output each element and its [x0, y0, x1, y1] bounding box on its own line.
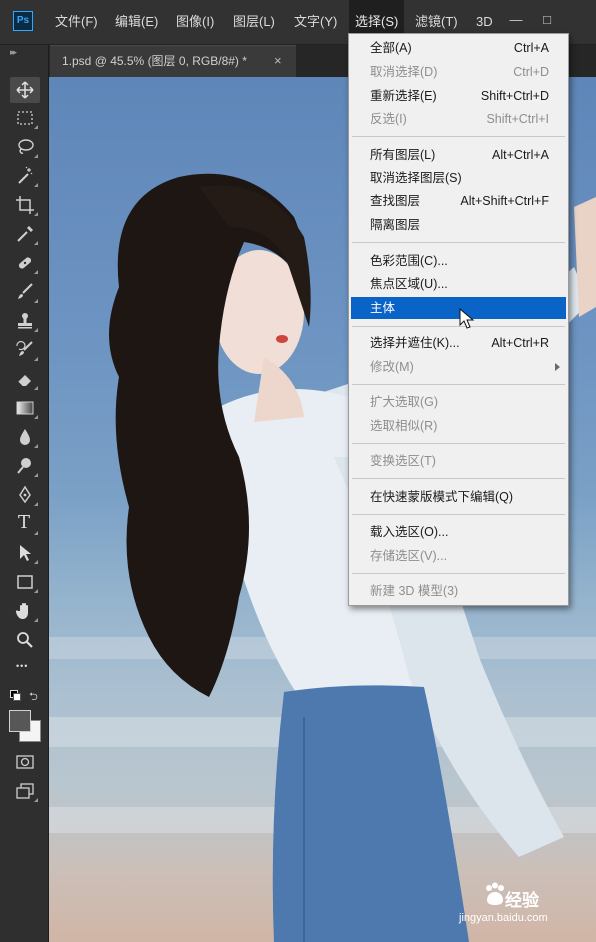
lasso-tool-icon[interactable] — [10, 134, 40, 160]
history-brush-tool-icon[interactable] — [10, 337, 40, 363]
type-tool-icon[interactable]: T — [10, 511, 40, 537]
minimize-button[interactable]: — — [506, 10, 526, 30]
menu-item-color-range[interactable]: 色彩范围(C)... — [351, 250, 566, 272]
baidu-jingyan-watermark: 经验 jingyan.baidu.com — [455, 880, 590, 936]
menu-file[interactable]: 文件(F) — [55, 0, 98, 44]
submenu-arrow-icon — [555, 363, 560, 371]
menu-item-select-and-mask[interactable]: 选择并遮住(K)... Alt+Ctrl+R — [351, 332, 566, 354]
quick-mask-icon[interactable] — [10, 749, 40, 775]
photoshop-logo: Ps — [13, 11, 33, 31]
menu-item-new-3d-model[interactable]: 新建 3D 模型(3) — [351, 580, 566, 602]
menu-item-deselect[interactable]: 取消选择(D) Ctrl+D — [351, 61, 566, 83]
menu-type[interactable]: 文字(Y) — [294, 0, 337, 44]
menu-layer[interactable]: 图层(L) — [233, 0, 275, 44]
move-tool-icon[interactable] — [10, 77, 40, 103]
more-tools-icon[interactable]: ••• — [10, 656, 40, 682]
menu-separator — [352, 136, 565, 137]
maximize-button[interactable]: □ — [537, 10, 557, 30]
menu-item-save-selection[interactable]: 存储选区(V)... — [351, 545, 566, 567]
rectangle-tool-icon[interactable] — [10, 569, 40, 595]
marquee-tool-icon[interactable] — [10, 105, 40, 131]
blur-tool-icon[interactable] — [10, 424, 40, 450]
default-colors-icon[interactable] — [10, 690, 21, 701]
menu-item-modify[interactable]: 修改(M) — [351, 356, 566, 378]
collapse-panel-icon[interactable]: ▸▸ — [10, 47, 17, 58]
menu-item-select-all[interactable]: 全部(A) Ctrl+A — [351, 37, 566, 59]
eraser-tool-icon[interactable] — [10, 366, 40, 392]
crop-tool-icon[interactable] — [10, 192, 40, 218]
watermark-url: jingyan.baidu.com — [459, 912, 548, 924]
clone-stamp-tool-icon[interactable] — [10, 308, 40, 334]
gradient-tool-icon[interactable] — [10, 395, 40, 421]
tools-panel: ▸▸ T ••• ⮌ — [0, 45, 49, 942]
menu-item-quick-mask-edit[interactable]: 在快速蒙版模式下编辑(Q) — [351, 486, 566, 508]
eyedropper-tool-icon[interactable] — [10, 221, 40, 247]
menu-item-transform-selection[interactable]: 变换选区(T) — [351, 450, 566, 472]
mouse-cursor-icon — [459, 308, 475, 329]
dodge-tool-icon[interactable] — [10, 453, 40, 479]
document-tab-title: 1.psd @ 45.5% (图层 0, RGB/8#) * — [62, 54, 247, 68]
menu-separator — [352, 478, 565, 479]
menu-separator — [352, 573, 565, 574]
menu-item-find-layers[interactable]: 查找图层 Alt+Shift+Ctrl+F — [351, 190, 566, 212]
menu-item-focus-area[interactable]: 焦点区域(U)... — [351, 273, 566, 295]
menu-item-grow[interactable]: 扩大选取(G) — [351, 391, 566, 413]
document-tab[interactable]: 1.psd @ 45.5% (图层 0, RGB/8#) * × — [50, 45, 296, 77]
menu-separator — [352, 514, 565, 515]
menu-item-load-selection[interactable]: 载入选区(O)... — [351, 521, 566, 543]
zoom-tool-icon[interactable] — [10, 627, 40, 653]
swap-colors-icon[interactable]: ⮌ — [29, 688, 38, 707]
brush-tool-icon[interactable] — [10, 279, 40, 305]
menu-image[interactable]: 图像(I) — [176, 0, 214, 44]
magic-wand-tool-icon[interactable] — [10, 163, 40, 189]
foreground-color-swatch[interactable] — [9, 710, 31, 732]
watermark-brand: 经验 — [505, 891, 539, 910]
screen-mode-icon[interactable] — [10, 778, 40, 804]
path-selection-tool-icon[interactable] — [10, 540, 40, 566]
menu-item-deselect-layers[interactable]: 取消选择图层(S) — [351, 167, 566, 189]
menu-item-all-layers[interactable]: 所有图层(L) Alt+Ctrl+A — [351, 144, 566, 166]
menu-separator — [352, 384, 565, 385]
healing-brush-tool-icon[interactable] — [10, 250, 40, 276]
menu-item-reselect[interactable]: 重新选择(E) Shift+Ctrl+D — [351, 85, 566, 107]
pen-tool-icon[interactable] — [10, 482, 40, 508]
menu-separator — [352, 242, 565, 243]
paw-logo-icon — [486, 882, 504, 905]
hand-tool-icon[interactable] — [10, 598, 40, 624]
menu-edit[interactable]: 编辑(E) — [115, 0, 158, 44]
close-icon[interactable]: × — [274, 46, 282, 76]
menu-separator — [352, 443, 565, 444]
menu-item-inverse[interactable]: 反选(I) Shift+Ctrl+I — [351, 108, 566, 130]
menu-item-similar[interactable]: 选取相似(R) — [351, 415, 566, 437]
menu-item-isolate-layers[interactable]: 隔离图层 — [351, 214, 566, 236]
